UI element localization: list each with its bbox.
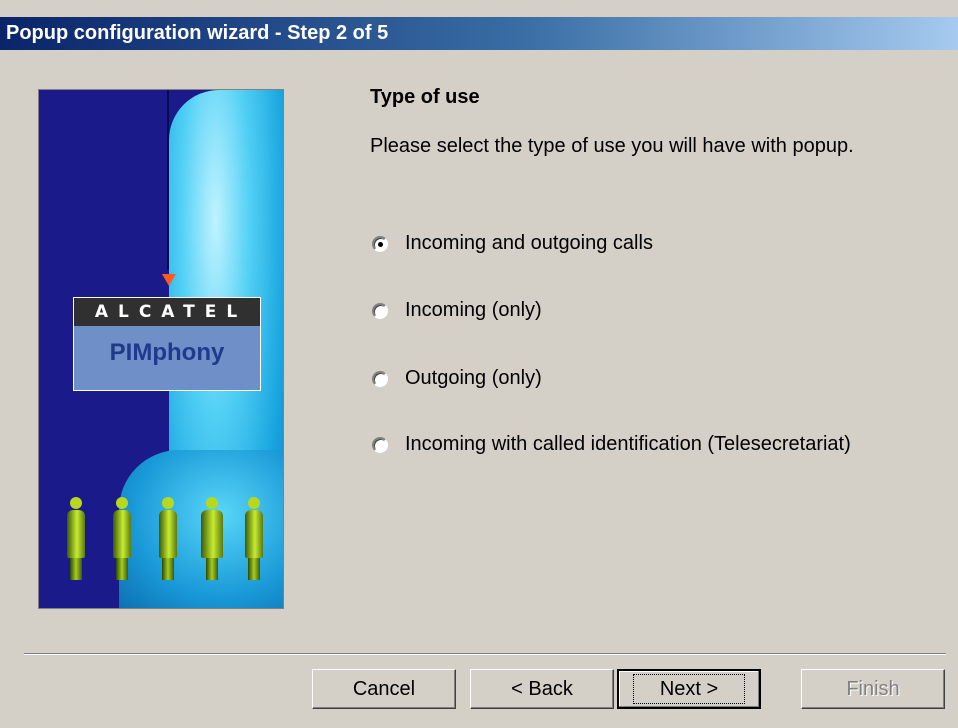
radio-button-selected[interactable] [372,235,388,252]
option-outgoing-only[interactable]: Outgoing (only) [372,367,542,390]
option-incoming-outgoing[interactable]: Incoming and outgoing calls [372,232,653,255]
person-figure-icon [113,497,131,580]
section-description: Please select the type of use you will h… [370,135,854,157]
section-heading: Type of use [370,86,480,108]
option-label[interactable]: Incoming and outgoing calls [405,232,653,255]
next-button[interactable]: Next > [617,669,761,709]
option-incoming-only[interactable]: Incoming (only) [372,299,542,322]
radio-button[interactable] [372,370,388,387]
wizard-banner-image: ALCATEL PIMphony [38,89,284,609]
title-bar[interactable]: Popup configuration wizard - Step 2 of 5 [0,17,958,50]
brand-name: ALCATEL [74,298,260,326]
product-name: PIMphony [109,339,225,366]
radio-button[interactable] [372,436,388,453]
cancel-button[interactable]: Cancel [312,669,456,709]
option-telesecretariat[interactable]: Incoming with called identification (Tel… [372,433,851,456]
finish-button: Finish [801,669,945,709]
person-figure-icon [159,497,177,580]
person-figure-icon [201,497,223,580]
person-figure-icon [67,497,85,580]
people-silhouettes [59,488,279,580]
banner-arrow-icon [162,274,176,286]
radio-button[interactable] [372,302,388,319]
window-top-strip [0,0,958,17]
option-label[interactable]: Incoming (only) [405,299,542,322]
button-separator [24,653,946,655]
person-figure-icon [245,497,263,580]
window-title: Popup configuration wizard - Step 2 of 5 [6,22,389,44]
next-button-label[interactable]: Next > [632,674,746,704]
brand-logo: ALCATEL PIMphony [73,297,261,391]
back-button[interactable]: < Back [470,669,614,709]
banner-line [167,90,169,270]
option-label[interactable]: Outgoing (only) [405,367,542,390]
option-label[interactable]: Incoming with called identification (Tel… [405,433,851,456]
